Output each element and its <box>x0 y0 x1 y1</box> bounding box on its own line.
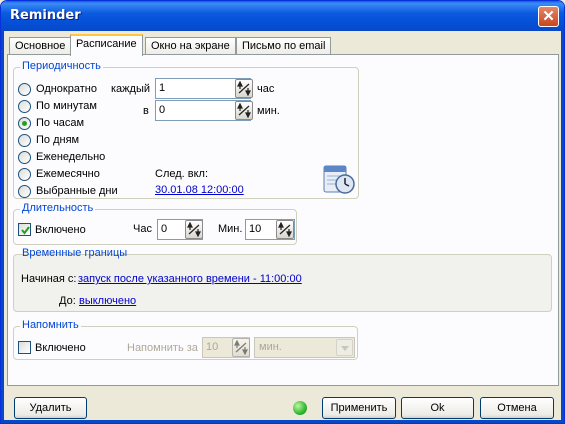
tab-email[interactable]: Письмо по email <box>236 37 332 55</box>
radio-days-label: По дням <box>36 134 80 146</box>
every-label: каждый <box>111 83 150 95</box>
spinner-arrows-icon <box>237 103 251 118</box>
at-label: в <box>143 105 149 117</box>
radio-once-circle[interactable] <box>18 83 31 96</box>
radio-minutes-circle[interactable] <box>18 100 31 113</box>
spinner-arrows-icon <box>234 340 248 355</box>
remind-before-spinner[interactable] <box>232 338 250 357</box>
chevron-down-icon[interactable] <box>336 339 353 356</box>
radio-monthly-label: Ежемесячно <box>36 168 100 180</box>
periodicity-title: Периодичность <box>20 60 103 72</box>
hour-spinner[interactable] <box>185 220 203 239</box>
radio-once-label: Однократно <box>36 83 97 95</box>
window-title: Reminder <box>10 8 81 23</box>
radio-minutes-label: По минутам <box>36 100 97 112</box>
cancel-button[interactable]: Отмена <box>480 397 554 419</box>
radio-selected-days-label: Выбранные дни <box>36 185 118 197</box>
checkmark-icon <box>21 226 30 235</box>
remind-unit-select[interactable]: мин. <box>254 337 355 358</box>
duration-enabled-checkbox[interactable] <box>18 223 31 236</box>
radio-hours-label: По часам <box>36 117 85 129</box>
next-run-label: След. вкл: <box>155 168 209 180</box>
start-label: Начиная с: <box>21 273 77 285</box>
radio-selected-days-circle[interactable] <box>18 185 31 198</box>
duration-enabled-label: Включено <box>35 224 86 236</box>
time-bounds-group: Временные границы Начиная с: запуск посл… <box>13 247 552 312</box>
title-bar[interactable]: Reminder ✕ <box>1 1 564 31</box>
duration-title: Длительность <box>20 202 96 214</box>
delete-button[interactable]: Удалить <box>14 397 87 419</box>
remind-enabled-label: Включено <box>35 342 86 354</box>
at-input-value: 0 <box>159 104 166 116</box>
ok-button[interactable]: Ok <box>401 397 474 419</box>
minutes-spinner[interactable] <box>276 220 294 239</box>
every-spinner[interactable] <box>235 79 253 98</box>
periodicity-group: Периодичность Однократно По минутам По ч… <box>13 60 359 199</box>
radio-weekly-label: Еженедельно <box>36 151 106 163</box>
window-frame-right <box>561 31 564 423</box>
minutes-input-value: 10 <box>249 223 262 235</box>
remind-unit-value: мин. <box>259 341 282 353</box>
spinner-arrows-icon <box>278 222 292 237</box>
end-link[interactable]: выключено <box>79 295 136 307</box>
close-icon: ✕ <box>542 8 555 25</box>
schedule-panel: Периодичность Однократно По минутам По ч… <box>7 54 559 386</box>
remind-before-value: 10 <box>206 341 219 353</box>
radio-monthly-circle[interactable] <box>18 168 31 181</box>
calendar-clock-icon[interactable] <box>322 163 356 195</box>
hour-input-value: 0 <box>161 223 168 235</box>
radio-weekly-circle[interactable] <box>18 151 31 164</box>
remind-title: Напомнить <box>20 319 81 331</box>
end-label: До: <box>59 295 76 307</box>
every-input-value: 1 <box>159 82 166 94</box>
hour-label: Час <box>133 223 152 235</box>
window-frame-left <box>1 31 4 423</box>
tab-main[interactable]: Основное <box>9 37 72 55</box>
duration-group: Длительность Включено Час 0 Мин. 10 <box>13 202 297 245</box>
time-bounds-title: Временные границы <box>22 247 128 259</box>
radio-hours-circle[interactable] <box>18 117 31 130</box>
tab-screen-window[interactable]: Окно на экране <box>145 37 236 55</box>
minutes-label: Мин. <box>218 223 243 235</box>
remind-before-label: Напомнить за <box>127 342 198 354</box>
status-indicator-icon <box>293 401 307 415</box>
every-unit: час <box>257 83 275 95</box>
apply-button[interactable]: Применить <box>322 397 396 419</box>
window-frame-bottom <box>1 420 564 423</box>
radio-days-circle[interactable] <box>18 134 31 147</box>
close-button[interactable]: ✕ <box>538 6 559 27</box>
at-spinner[interactable] <box>235 101 253 120</box>
tab-schedule[interactable]: Расписание <box>70 34 143 56</box>
spinner-arrows-icon <box>187 222 201 237</box>
next-run-link[interactable]: 30.01.08 12:00:00 <box>155 184 244 196</box>
remind-enabled-checkbox[interactable] <box>18 341 31 354</box>
spinner-arrows-icon <box>237 81 251 96</box>
start-link[interactable]: запуск после указанного времени - 11:00:… <box>78 273 302 285</box>
reminder-window: Reminder ✕ Основное Расписание Окно на э… <box>0 0 565 424</box>
remind-group: Напомнить Включено Напомнить за 10 мин. <box>13 319 358 360</box>
at-unit: мин. <box>257 105 280 117</box>
